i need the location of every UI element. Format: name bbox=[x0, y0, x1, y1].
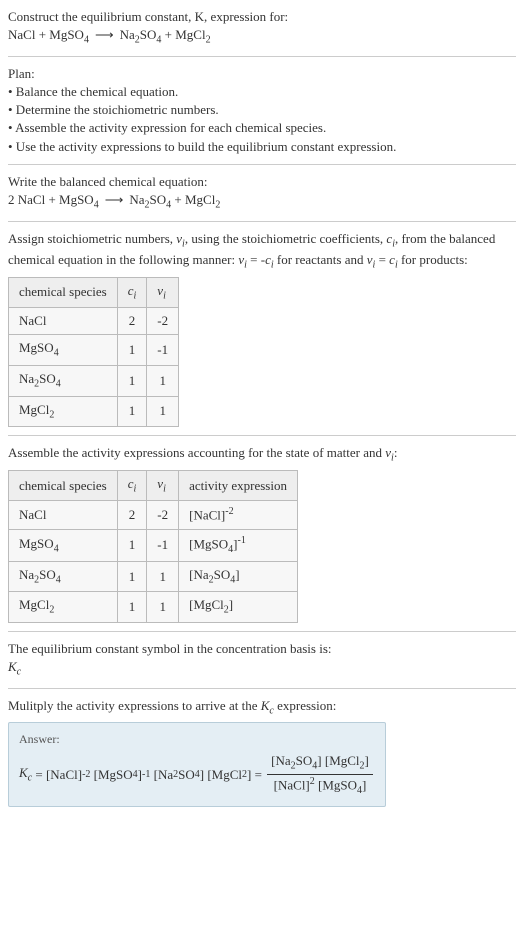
table-header: activity expression bbox=[179, 470, 298, 501]
cell-ci: 1 bbox=[117, 335, 147, 366]
divider bbox=[8, 688, 516, 689]
table-row: Na2SO4 1 1 [Na2SO4] bbox=[9, 561, 298, 592]
plan-block: Plan: • Balance the chemical equation. •… bbox=[8, 65, 516, 156]
cell-vi: 1 bbox=[147, 561, 179, 592]
cell-species: MgSO4 bbox=[9, 529, 118, 561]
multiply-heading: Mulitply the activity expressions to arr… bbox=[8, 697, 516, 719]
cell-activity: [MgCl2] bbox=[179, 592, 298, 623]
symbol-kc: Kc bbox=[8, 658, 516, 680]
table-row: MgCl2 1 1 bbox=[9, 396, 179, 427]
symbol-line1: The equilibrium constant symbol in the c… bbox=[8, 640, 516, 658]
cell-ci: 1 bbox=[117, 592, 147, 623]
stoich-heading: Assign stoichiometric numbers, νi, using… bbox=[8, 230, 516, 273]
table-row: NaCl 2 -2 [NaCl]-2 bbox=[9, 501, 298, 530]
divider bbox=[8, 56, 516, 57]
plan-item: • Use the activity expressions to build … bbox=[8, 138, 516, 156]
table-row: MgCl2 1 1 [MgCl2] bbox=[9, 592, 298, 623]
cell-activity: [Na2SO4] bbox=[179, 561, 298, 592]
table-row: MgSO4 1 -1 [MgSO4]-1 bbox=[9, 529, 298, 561]
cell-species: Na2SO4 bbox=[9, 561, 118, 592]
multiply-block: Mulitply the activity expressions to arr… bbox=[8, 697, 516, 807]
answer-box: Answer: Kc = [NaCl]-2 [MgSO4]-1 [Na2SO4]… bbox=[8, 722, 386, 806]
activity-table: chemical species ci νi activity expressi… bbox=[8, 470, 298, 623]
kc-expression: Kc = [NaCl]-2 [MgSO4]-1 [Na2SO4] [MgCl2]… bbox=[19, 752, 375, 798]
cell-ci: 2 bbox=[117, 501, 147, 530]
cell-ci: 1 bbox=[117, 396, 147, 427]
cell-species: MgCl2 bbox=[9, 592, 118, 623]
table-row: Na2SO4 1 1 bbox=[9, 366, 179, 397]
divider bbox=[8, 435, 516, 436]
cell-vi: 1 bbox=[147, 366, 179, 397]
cell-ci: 1 bbox=[117, 529, 147, 561]
cell-vi: -2 bbox=[147, 501, 179, 530]
plan-item: • Assemble the activity expression for e… bbox=[8, 119, 516, 137]
table-header: ci bbox=[117, 470, 147, 501]
cell-species: MgSO4 bbox=[9, 335, 118, 366]
table-row: NaCl 2 -2 bbox=[9, 308, 179, 335]
table-header: νi bbox=[147, 277, 179, 308]
plan-item: • Balance the chemical equation. bbox=[8, 83, 516, 101]
intro-line1: Construct the equilibrium constant, K, e… bbox=[8, 8, 516, 26]
cell-vi: -1 bbox=[147, 335, 179, 366]
cell-vi: -1 bbox=[147, 529, 179, 561]
table-header: chemical species bbox=[9, 470, 118, 501]
intro-block: Construct the equilibrium constant, K, e… bbox=[8, 8, 516, 48]
stoich-table: chemical species ci νi NaCl 2 -2 MgSO4 1… bbox=[8, 277, 179, 428]
cell-vi: 1 bbox=[147, 396, 179, 427]
cell-vi: -2 bbox=[147, 308, 179, 335]
cell-ci: 2 bbox=[117, 308, 147, 335]
table-row: MgSO4 1 -1 bbox=[9, 335, 179, 366]
cell-species: Na2SO4 bbox=[9, 366, 118, 397]
cell-species: MgCl2 bbox=[9, 396, 118, 427]
divider bbox=[8, 221, 516, 222]
activity-block: Assemble the activity expressions accoun… bbox=[8, 444, 516, 623]
cell-species: NaCl bbox=[9, 501, 118, 530]
table-header: ci bbox=[117, 277, 147, 308]
plan-heading: Plan: bbox=[8, 65, 516, 83]
plan-item: • Determine the stoichiometric numbers. bbox=[8, 101, 516, 119]
cell-ci: 1 bbox=[117, 561, 147, 592]
divider bbox=[8, 631, 516, 632]
intro-equation: NaCl + MgSO4⟶Na2SO4 + MgCl2 bbox=[8, 26, 516, 48]
balanced-heading: Write the balanced chemical equation: bbox=[8, 173, 516, 191]
cell-vi: 1 bbox=[147, 592, 179, 623]
cell-species: NaCl bbox=[9, 308, 118, 335]
stoich-block: Assign stoichiometric numbers, νi, using… bbox=[8, 230, 516, 428]
cell-activity: [MgSO4]-1 bbox=[179, 529, 298, 561]
cell-activity: [NaCl]-2 bbox=[179, 501, 298, 530]
cell-ci: 1 bbox=[117, 366, 147, 397]
answer-label: Answer: bbox=[19, 731, 375, 748]
balanced-block: Write the balanced chemical equation: 2 … bbox=[8, 173, 516, 213]
table-header: chemical species bbox=[9, 277, 118, 308]
activity-heading: Assemble the activity expressions accoun… bbox=[8, 444, 516, 466]
symbol-block: The equilibrium constant symbol in the c… bbox=[8, 640, 516, 680]
balanced-equation: 2 NaCl + MgSO4⟶Na2SO4 + MgCl2 bbox=[8, 191, 516, 213]
table-header: νi bbox=[147, 470, 179, 501]
divider bbox=[8, 164, 516, 165]
